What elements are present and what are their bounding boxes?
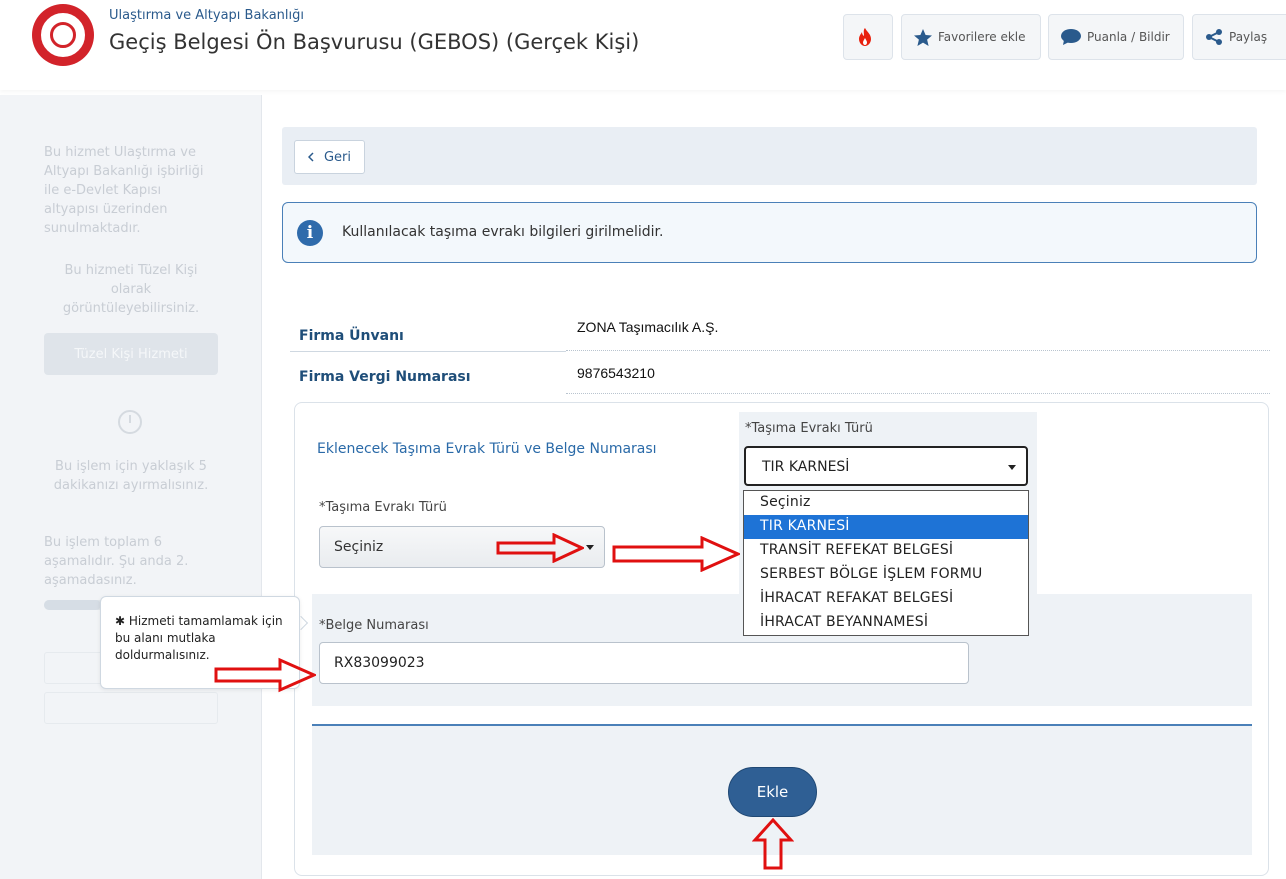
share-icon xyxy=(1206,29,1222,45)
divider xyxy=(290,351,566,352)
time-estimate-text: Bu işlem için yaklaşık 5 dakikanızı ayır… xyxy=(53,459,209,493)
ministry-logo[interactable] xyxy=(32,4,94,66)
chevron-left-icon xyxy=(307,152,314,162)
annotation-arrow-right-icon xyxy=(214,657,316,693)
dropdown-option[interactable]: İHRACAT BEYANNAMESİ xyxy=(744,611,1028,635)
info-icon: i xyxy=(297,220,323,246)
navigation-bar xyxy=(282,127,1257,185)
sidebar-faded-item xyxy=(44,692,218,724)
divider xyxy=(566,393,1270,394)
tuzel-info-text: Bu hizmeti Tüzel Kişi olarak görüntüleye… xyxy=(62,263,200,316)
rate-label: Puanla / Bildir xyxy=(1087,30,1170,44)
doc-type-label: *Taşıma Evrakı Türü xyxy=(319,500,447,515)
panel-title: Eklenecek Taşıma Evrak Türü ve Belge Num… xyxy=(317,441,657,457)
share-label: Paylaş xyxy=(1229,30,1268,44)
doc-number-input[interactable]: RX83099023 xyxy=(319,642,969,684)
firm-tax-label: Firma Vergi Numarası xyxy=(299,369,471,385)
firm-tax-value: 9876543210 xyxy=(577,365,655,381)
dropdown-option[interactable]: TRANSİT REFEKAT BELGESİ xyxy=(744,539,1028,563)
firm-name-value: ZONA Taşımacılık A.Ş. xyxy=(577,319,719,335)
star-icon xyxy=(914,28,932,46)
info-alert: i Kullanılacak taşıma evrakı bilgileri g… xyxy=(282,202,1257,263)
dropdown-option-selected[interactable]: TIR KARNESİ xyxy=(744,515,1028,539)
info-text: Kullanılacak taşıma evrakı bilgileri gir… xyxy=(342,224,664,240)
asterisk-icon: ✱ xyxy=(115,614,126,628)
popup-doc-type-select[interactable]: TIR KARNESİ xyxy=(744,446,1028,486)
tooltip-text: Hizmeti tamamlamak için bu alanı mutlaka… xyxy=(115,614,283,662)
dropdown-option[interactable]: SERBEST BÖLGE İŞLEM FORMU xyxy=(744,563,1028,587)
annotation-arrow-up-icon xyxy=(752,818,794,870)
step-progress-fill xyxy=(44,600,102,610)
rate-button[interactable]: Puanla / Bildir xyxy=(1048,14,1184,60)
popular-button[interactable] xyxy=(843,14,893,60)
tuzel-service-button[interactable]: Tüzel Kişi Hizmeti xyxy=(44,333,218,375)
popup-selected-value: TIR KARNESİ xyxy=(762,459,850,475)
steps-text: Bu işlem toplam 6 aşamalıdır. Şu anda 2.… xyxy=(44,535,189,588)
back-button[interactable]: Geri xyxy=(294,140,365,174)
page-title: Geçiş Belgesi Ön Başvurusu (GEBOS) (Gerç… xyxy=(109,30,640,54)
fire-icon xyxy=(859,28,871,46)
doc-type-dropdown: Seçiniz TIR KARNESİ TRANSİT REFEKAT BELG… xyxy=(743,490,1029,636)
caret-down-icon xyxy=(586,545,594,550)
ministry-name[interactable]: Ulaştırma ve Altyapı Bakanlığı xyxy=(109,8,304,23)
share-button[interactable]: Paylaş xyxy=(1192,14,1286,60)
popup-doc-type-label: *Taşıma Evrakı Türü xyxy=(745,421,873,436)
dropdown-option[interactable]: İHRACAT REFAKAT BELGESİ xyxy=(744,587,1028,611)
caret-down-icon xyxy=(1008,465,1016,470)
divider xyxy=(566,350,1270,351)
doc-number-label: *Belge Numarası xyxy=(319,618,429,633)
service-intro-text: Bu hizmet Ulaştırma ve Altyapı Bakanlığı… xyxy=(44,145,204,236)
annotation-arrow-right-icon xyxy=(612,536,740,572)
favorite-label: Favorilere ekle xyxy=(938,30,1026,44)
doc-type-selected: Seçiniz xyxy=(334,539,384,555)
page-header: Ulaştırma ve Altyapı Bakanlığı Geçiş Bel… xyxy=(0,0,1286,90)
annotation-arrow-right-icon xyxy=(496,533,584,563)
comment-icon xyxy=(1061,29,1081,45)
clock-icon xyxy=(118,410,142,434)
favorite-button[interactable]: Favorilere ekle xyxy=(901,14,1041,60)
dropdown-option[interactable]: Seçiniz xyxy=(744,491,1028,515)
add-button[interactable]: Ekle xyxy=(728,767,817,817)
back-label: Geri xyxy=(323,149,352,165)
firm-name-label: Firma Ünvanı xyxy=(299,328,404,344)
sidebar: Bu hizmet Ulaştırma ve Altyapı Bakanlığı… xyxy=(0,95,262,879)
